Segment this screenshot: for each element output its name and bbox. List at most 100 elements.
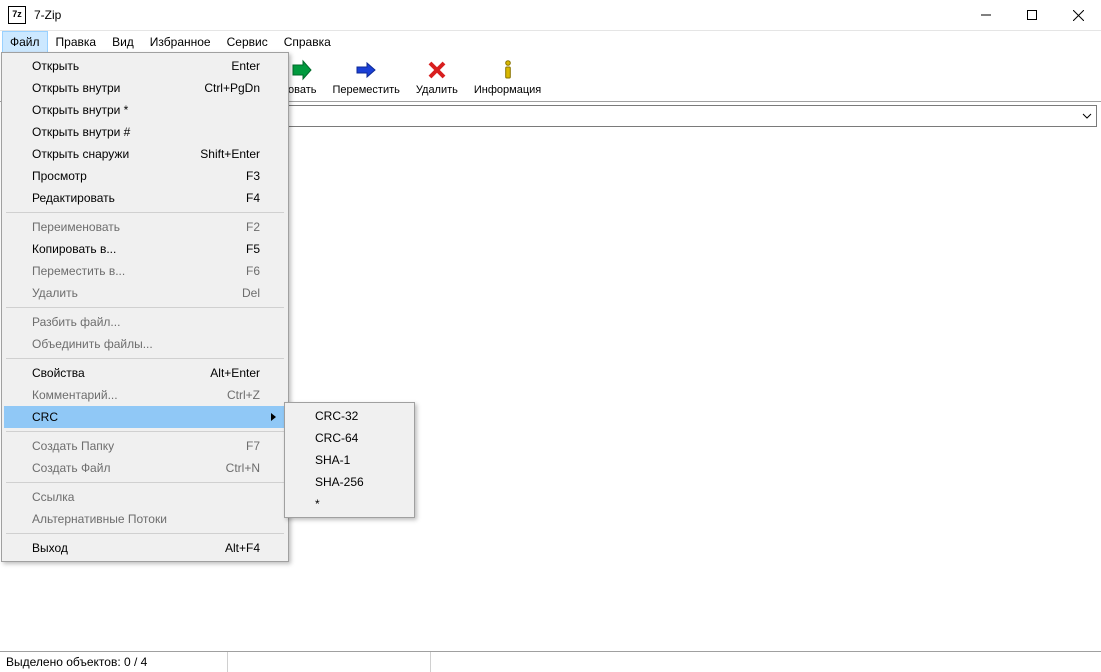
menu-favorites[interactable]: Избранное <box>142 31 219 53</box>
menu-item-accelerator: F6 <box>246 264 260 278</box>
menu-item-label: Просмотр <box>32 169 246 183</box>
toolbar-copy-button[interactable]: овать <box>288 58 316 96</box>
menu-separator <box>6 533 284 534</box>
crc-submenu-item[interactable]: CRC-64 <box>287 427 412 449</box>
menu-item-accelerator: Ctrl+N <box>226 461 260 475</box>
file-menu-item[interactable]: СвойстваAlt+Enter <box>4 362 286 384</box>
file-menu-dropdown: ОткрытьEnterОткрыть внутриCtrl+PgDnОткры… <box>1 52 289 562</box>
menu-item-label: Переместить в... <box>32 264 246 278</box>
arrow-right-green-icon <box>290 58 314 82</box>
menu-item-label: Свойства <box>32 366 210 380</box>
menu-separator <box>6 307 284 308</box>
menu-item-label: SHA-256 <box>315 475 392 489</box>
menu-item-label: Удалить <box>32 286 242 300</box>
menu-item-accelerator: Alt+Enter <box>210 366 260 380</box>
menu-item-label: CRC <box>32 410 260 424</box>
file-menu-item: Создать ФайлCtrl+N <box>4 457 286 479</box>
file-menu-item[interactable]: ВыходAlt+F4 <box>4 537 286 559</box>
crc-submenu-item[interactable]: SHA-1 <box>287 449 412 471</box>
title-bar: 7z 7-Zip <box>0 0 1101 31</box>
menu-item-label: Переименовать <box>32 220 246 234</box>
file-menu-item[interactable]: Открыть внутри * <box>4 99 286 121</box>
menu-item-accelerator: F3 <box>246 169 260 183</box>
file-menu-item: Создать ПапкуF7 <box>4 435 286 457</box>
menu-file[interactable]: Файл <box>2 31 48 53</box>
menu-separator <box>6 358 284 359</box>
file-menu-item[interactable]: Копировать в...F5 <box>4 238 286 260</box>
path-combo[interactable] <box>288 105 1097 127</box>
crc-submenu-item[interactable]: SHA-256 <box>287 471 412 493</box>
file-menu-item[interactable]: Открыть внутриCtrl+PgDn <box>4 77 286 99</box>
file-menu-item: Переместить в...F6 <box>4 260 286 282</box>
toolbar-move-button[interactable]: Переместить <box>332 58 399 96</box>
menu-separator <box>6 212 284 213</box>
status-bar: Выделено объектов: 0 / 4 <box>0 651 1101 672</box>
menu-item-label: Открыть <box>32 59 231 73</box>
toolbar-info-button[interactable]: Информация <box>474 58 541 96</box>
menu-item-label: SHA-1 <box>315 453 392 467</box>
file-menu-item[interactable]: ПросмотрF3 <box>4 165 286 187</box>
toolbar-info-label: Информация <box>474 84 541 96</box>
menu-item-accelerator: F5 <box>246 242 260 256</box>
file-menu-item: ПереименоватьF2 <box>4 216 286 238</box>
maximize-button[interactable] <box>1009 0 1055 30</box>
menu-separator <box>6 431 284 432</box>
file-menu-item[interactable]: CRC <box>4 406 286 428</box>
menu-item-label: Ссылка <box>32 490 260 504</box>
menu-help[interactable]: Справка <box>276 31 339 53</box>
menu-item-accelerator: Ctrl+Z <box>227 388 260 402</box>
file-menu-item: Разбить файл... <box>4 311 286 333</box>
menu-item-label: Выход <box>32 541 225 555</box>
crc-submenu: CRC-32 CRC-64 SHA-1 SHA-256 * <box>284 402 415 518</box>
menu-item-accelerator: Ctrl+PgDn <box>204 81 260 95</box>
menu-item-label: Открыть внутри * <box>32 103 260 117</box>
menu-item-accelerator: Enter <box>231 59 260 73</box>
red-x-icon <box>425 58 449 82</box>
menu-item-label: Комментарий... <box>32 388 227 402</box>
menu-item-accelerator: Alt+F4 <box>225 541 260 555</box>
file-menu-item[interactable]: Открыть снаружиShift+Enter <box>4 143 286 165</box>
file-menu-item[interactable]: РедактироватьF4 <box>4 187 286 209</box>
file-menu-item: Комментарий...Ctrl+Z <box>4 384 286 406</box>
menu-item-label: Открыть снаружи <box>32 147 200 161</box>
toolbar-delete-label: Удалить <box>416 84 458 96</box>
close-button[interactable] <box>1055 0 1101 30</box>
chevron-down-icon <box>1082 113 1092 119</box>
menu-item-label: Открыть внутри # <box>32 125 260 139</box>
menu-item-label: * <box>315 497 392 511</box>
file-menu-item: Альтернативные Потоки <box>4 508 286 530</box>
toolbar-move-label: Переместить <box>332 84 399 96</box>
toolbar-delete-button[interactable]: Удалить <box>416 58 458 96</box>
menu-item-accelerator: Shift+Enter <box>200 147 260 161</box>
file-menu-item[interactable]: ОткрытьEnter <box>4 55 286 77</box>
menu-separator <box>6 482 284 483</box>
menu-item-label: Создать Папку <box>32 439 246 453</box>
menu-item-accelerator: F4 <box>246 191 260 205</box>
file-menu-item: Объединить файлы... <box>4 333 286 355</box>
menu-view[interactable]: Вид <box>104 31 142 53</box>
menu-item-accelerator: Del <box>242 286 260 300</box>
menu-item-label: Разбить файл... <box>32 315 260 329</box>
app-icon: 7z <box>8 6 26 24</box>
minimize-button[interactable] <box>963 0 1009 30</box>
arrow-right-blue-icon <box>354 58 378 82</box>
menu-item-label: Объединить файлы... <box>32 337 260 351</box>
menu-item-label: Редактировать <box>32 191 246 205</box>
menu-tools[interactable]: Сервис <box>219 31 276 53</box>
menu-item-label: Альтернативные Потоки <box>32 512 260 526</box>
file-menu-item[interactable]: Открыть внутри # <box>4 121 286 143</box>
menu-item-label: Копировать в... <box>32 242 246 256</box>
menu-edit[interactable]: Правка <box>48 31 105 53</box>
menu-item-accelerator: F7 <box>246 439 260 453</box>
menu-item-label: Открыть внутри <box>32 81 204 95</box>
file-menu-item: УдалитьDel <box>4 282 286 304</box>
menu-item-label: Создать Файл <box>32 461 226 475</box>
toolbar-copy-label: овать <box>288 84 316 96</box>
crc-submenu-item[interactable]: * <box>287 493 412 515</box>
crc-submenu-item[interactable]: CRC-32 <box>287 405 412 427</box>
menu-item-accelerator: F2 <box>246 220 260 234</box>
status-selection-count: Выделено объектов: 0 / 4 <box>0 652 228 672</box>
window-title: 7-Zip <box>34 8 61 22</box>
menu-item-label: CRC-32 <box>315 409 392 423</box>
menu-bar: Файл Правка Вид Избранное Сервис Справка <box>0 31 1101 53</box>
